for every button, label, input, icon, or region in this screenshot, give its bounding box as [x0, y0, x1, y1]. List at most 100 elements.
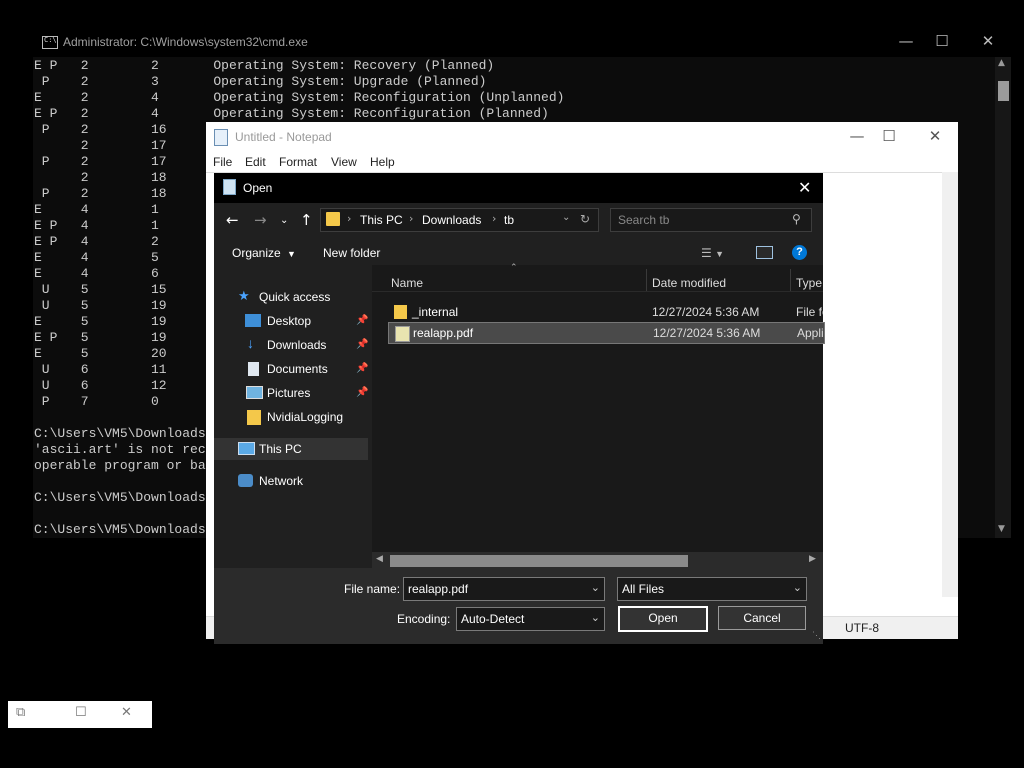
menu-file[interactable]: File [213, 155, 232, 169]
console-cell-a: 5 [80, 282, 89, 297]
nav-item-nvidialogging[interactable]: NvidiaLogging [214, 406, 368, 428]
maximize-icon[interactable]: ☐ [874, 127, 904, 145]
file-type: File fo [796, 305, 823, 319]
scroll-right-icon[interactable]: ▶ [809, 554, 816, 564]
console-cell-flags: E P [34, 106, 58, 121]
console-cell-b: 19 [150, 298, 167, 313]
scroll-down-icon[interactable]: ▼ [998, 524, 1005, 534]
file-type-select[interactable]: All Files ⌄ [617, 577, 807, 601]
organize-label: Organize [232, 246, 281, 260]
back-arrow-icon[interactable]: ← [226, 211, 239, 229]
file-type-value: All Files [622, 582, 665, 596]
folder-icon [326, 212, 340, 226]
file-date: 12/27/2024 5:36 AM [653, 326, 761, 340]
cmd-titlebar[interactable]: Administrator: C:\Windows\system32\cmd.e… [33, 27, 1011, 57]
chevron-down-icon: ⌄ [792, 581, 802, 594]
minimize-icon[interactable]: — [891, 32, 921, 50]
encoding-select[interactable]: Auto-Detect ⌄ [456, 607, 605, 631]
forward-arrow-icon[interactable]: → [254, 211, 267, 229]
horizontal-scrollbar[interactable]: ◀ ▶ [372, 552, 823, 569]
horizontal-scroll-thumb[interactable] [390, 555, 688, 567]
chevron-down-icon[interactable]: ⌄ [591, 581, 600, 594]
up-arrow-icon[interactable]: ↑ [300, 211, 313, 229]
nav-item-pictures[interactable]: Pictures 📌 [214, 382, 368, 404]
file-row-realapp[interactable]: realapp.pdf 12/27/2024 5:36 AM Appli [388, 322, 825, 344]
file-name-combobox[interactable]: realapp.pdf ⌄ [403, 577, 605, 601]
menu-format[interactable]: Format [279, 155, 317, 169]
console-cell-b: 3 [150, 74, 159, 89]
nav-item-quick-access[interactable]: ★ Quick access [214, 286, 368, 308]
menu-edit[interactable]: Edit [245, 155, 266, 169]
column-divider[interactable] [646, 269, 647, 291]
close-icon[interactable]: ✕ [973, 32, 1003, 50]
scroll-left-icon[interactable]: ◀ [376, 554, 383, 564]
folder-icon [247, 410, 261, 425]
console-cell-b: 17 [150, 138, 167, 153]
help-icon[interactable]: ? [792, 245, 807, 260]
console-cell-a: 2 [80, 74, 89, 89]
file-row-internal[interactable]: _internal 12/27/2024 5:36 AM File fo [388, 302, 823, 322]
close-icon[interactable]: ✕ [121, 705, 132, 720]
pictures-icon [246, 386, 263, 399]
nav-item-this-pc[interactable]: This PC [214, 438, 368, 460]
maximize-icon[interactable]: ☐ [75, 705, 87, 720]
close-icon[interactable]: ✕ [798, 178, 811, 197]
search-placeholder: Search tb [618, 213, 670, 227]
open-dialog: Open ✕ ← → ⌄ ↑ › This PC › Downloads › t… [214, 173, 825, 644]
open-button[interactable]: Open [618, 606, 708, 632]
console-cell-b: 19 [150, 330, 167, 345]
console-cell-b: 12 [150, 378, 167, 393]
view-options-icon[interactable]: ☰ ▼ [701, 246, 724, 260]
refresh-icon[interactable]: ↻ [580, 212, 590, 226]
console-cell-b: 18 [150, 170, 167, 185]
cmd-scroll-thumb[interactable] [998, 81, 1009, 101]
notepad-titlebar[interactable]: Untitled - Notepad — ☐ ✕ [206, 122, 958, 152]
notepad-app-icon [214, 129, 228, 146]
encoding-status: UTF-8 [845, 621, 879, 635]
console-cell-b: 4 [150, 90, 159, 105]
nav-item-desktop[interactable]: Desktop 📌 [214, 310, 368, 332]
breadcrumb-tb[interactable]: tb [504, 213, 514, 227]
resize-grip-icon[interactable]: ⋱ [812, 630, 821, 641]
minimized-window[interactable]: ⧉ ☐ ✕ [8, 701, 152, 728]
menu-help[interactable]: Help [370, 155, 395, 169]
address-dropdown-icon[interactable]: ⌄ [562, 212, 570, 223]
search-box[interactable]: Search tb ⚲ [610, 208, 812, 232]
organize-button[interactable]: Organize ▼ [232, 246, 296, 260]
console-cell-b: 17 [150, 154, 167, 169]
nav-item-network[interactable]: Network [214, 470, 368, 492]
search-icon: ⚲ [792, 212, 801, 226]
menu-view[interactable]: View [331, 155, 357, 169]
encoding-value: Auto-Detect [461, 612, 525, 626]
new-folder-button[interactable]: New folder [323, 246, 380, 260]
close-icon[interactable]: ✕ [920, 127, 950, 145]
cancel-button[interactable]: Cancel [718, 606, 806, 630]
nav-item-downloads[interactable]: ↓ Downloads 📌 [214, 334, 368, 356]
column-date-modified[interactable]: Date modified [652, 276, 726, 290]
file-type: Appli [797, 326, 824, 340]
breadcrumb-downloads[interactable]: Downloads [422, 213, 481, 227]
preview-pane-icon[interactable] [756, 246, 773, 259]
restore-icon[interactable]: ⧉ [16, 705, 25, 720]
notepad-scrollbar[interactable] [942, 172, 958, 597]
minimize-icon[interactable]: — [842, 127, 872, 145]
nav-item-documents[interactable]: Documents 📌 [214, 358, 368, 380]
console-cell-b: 5 [150, 250, 159, 265]
breadcrumb-separator-icon: › [347, 212, 352, 225]
dialog-titlebar[interactable]: Open ✕ [214, 173, 823, 203]
console-cell-flags: E P [34, 234, 58, 249]
column-name[interactable]: Name [391, 276, 423, 290]
maximize-icon[interactable]: ☐ [927, 32, 957, 50]
scroll-up-icon[interactable]: ▲ [998, 58, 1005, 68]
address-bar[interactable]: › This PC › Downloads › tb ⌄ ↻ [320, 208, 599, 232]
nav-label: Downloads [267, 338, 327, 352]
nav-label: Quick access [259, 290, 331, 304]
column-type[interactable]: Type [796, 276, 822, 290]
column-divider[interactable] [790, 269, 791, 291]
folder-icon [394, 305, 407, 319]
recent-locations-chevron-icon[interactable]: ⌄ [280, 215, 288, 226]
breadcrumb-this-pc[interactable]: This PC [360, 213, 403, 227]
cmd-scrollbar[interactable]: ▲ ▼ [995, 57, 1011, 538]
console-cell-b: 18 [150, 186, 167, 201]
console-cell-b: 1 [150, 218, 159, 233]
